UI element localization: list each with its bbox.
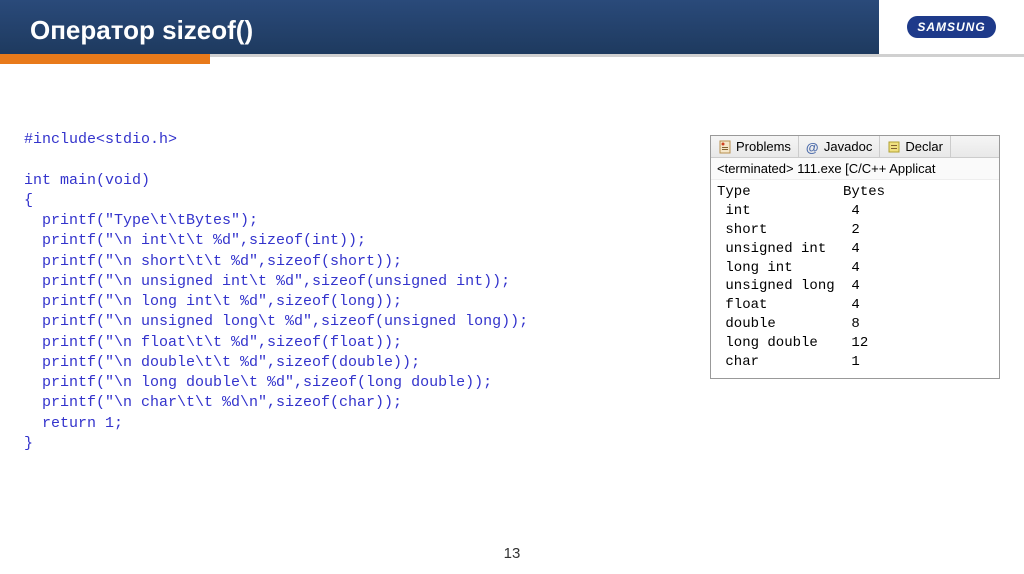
- problems-icon: [718, 140, 732, 154]
- logo-area: SAMSUNG: [879, 0, 1024, 54]
- tab-declaration-label: Declar: [905, 139, 943, 154]
- tab-javadoc[interactable]: @ Javadoc: [799, 136, 880, 157]
- code-area: #include<stdio.h> int main(void) { print…: [24, 130, 664, 454]
- tab-problems[interactable]: Problems: [711, 136, 799, 157]
- tabs-row: Problems @ Javadoc Declar: [711, 136, 999, 158]
- gray-underline: [210, 54, 1024, 57]
- tab-problems-label: Problems: [736, 139, 791, 154]
- samsung-logo: SAMSUNG: [907, 16, 995, 38]
- declaration-icon: [887, 140, 901, 154]
- header-bar: Оператор sizeof() SAMSUNG: [0, 0, 1024, 54]
- javadoc-icon: @: [806, 140, 820, 154]
- code-block: #include<stdio.h> int main(void) { print…: [24, 130, 664, 454]
- output-body: Type Bytes int 4 short 2 unsigned int 4 …: [711, 180, 999, 378]
- tab-javadoc-label: Javadoc: [824, 139, 872, 154]
- output-status: <terminated> 111.exe [C/C++ Applicat: [711, 158, 999, 180]
- page-number: 13: [0, 545, 1024, 562]
- orange-underline: [0, 54, 210, 64]
- tab-declaration[interactable]: Declar: [880, 136, 951, 157]
- output-panel: Problems @ Javadoc Declar <terminated> 1…: [710, 135, 1000, 379]
- page-title: Оператор sizeof(): [0, 9, 253, 46]
- sub-bar: [0, 54, 1024, 64]
